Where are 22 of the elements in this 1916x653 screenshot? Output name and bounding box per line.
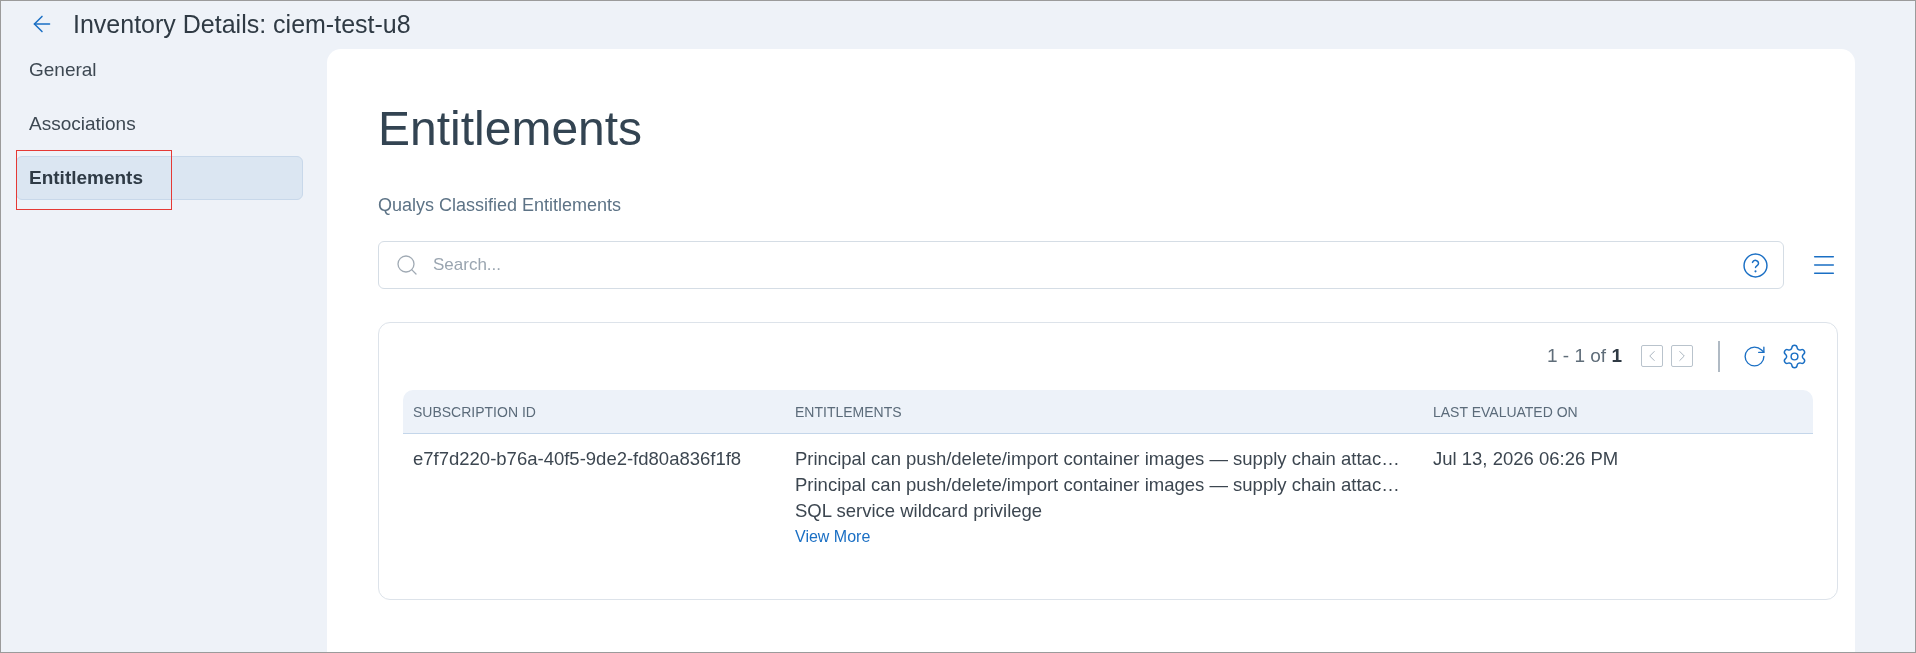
- help-icon[interactable]: [1743, 252, 1768, 278]
- section-subtitle: Qualys Classified Entitlements: [378, 194, 622, 217]
- settings-icon[interactable]: [1781, 342, 1808, 370]
- sidebar-item[interactable]: Associations: [16, 102, 303, 146]
- view-more-link[interactable]: View More: [795, 526, 871, 548]
- search-field[interactable]: Search...: [378, 241, 1784, 289]
- refresh-icon[interactable]: [1742, 343, 1767, 369]
- page-heading: Entitlements: [378, 101, 643, 157]
- pagination-summary: 1 - 1 of 1: [1547, 343, 1622, 368]
- column-header: SUBSCRIPTION ID: [413, 403, 536, 420]
- search-input[interactable]: Search...: [433, 250, 1729, 280]
- entitlement-text: Principal can push/delete/import container images — supply chain attac…: [795, 447, 1400, 471]
- entitlement-text: SQL service wildcard privilege: [795, 499, 1043, 523]
- entitlement-text: Principal can push/delete/import container images — supply chain attac…: [795, 473, 1400, 497]
- column-header: ENTITLEMENTS: [795, 403, 902, 420]
- column-header: LAST EVALUATED ON: [1433, 403, 1578, 420]
- sidebar-item[interactable]: Entitlements: [16, 156, 303, 200]
- table-cell: Jul 13, 2026 06:26 PM: [1433, 448, 1619, 469]
- search-icon: [395, 253, 419, 277]
- sidebar-item[interactable]: General: [16, 48, 303, 92]
- table-cell: e7f7d220-b76a-40f5-9de2-fd80a836f1f8: [413, 448, 742, 469]
- page-title: Inventory Details: ciem-test-u8: [73, 11, 411, 37]
